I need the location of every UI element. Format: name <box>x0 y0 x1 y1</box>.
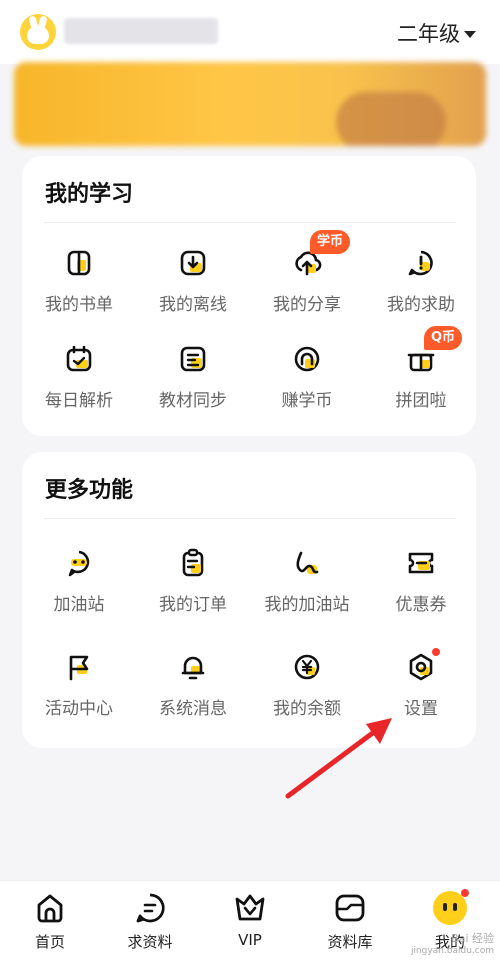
calendar-icon <box>64 344 94 374</box>
chat-face-icon <box>64 548 94 578</box>
more-item-settings[interactable]: 设置 <box>364 648 478 719</box>
notification-dot <box>461 889 469 897</box>
crown-icon <box>233 891 267 925</box>
tab-home[interactable]: 首页 <box>0 891 100 952</box>
item-label: 我的订单 <box>159 595 227 615</box>
more-functions-card: 更多功能 加油站 我的订单 我的加油站 优惠券 活动中心 系统消息 我的余额 设… <box>22 452 476 748</box>
watermark-line2: jingyan.baidu.com <box>410 946 494 956</box>
study-item-booklist[interactable]: 我的书单 <box>22 248 136 315</box>
item-label: 我的书单 <box>45 295 113 315</box>
tab-vip[interactable]: VIP <box>200 891 300 949</box>
study-item-help[interactable]: 我的求助 <box>364 248 478 315</box>
item-label: 我的分享 <box>273 295 341 315</box>
item-label: 加油站 <box>53 595 105 615</box>
xuebi-badge: 学币 <box>310 230 351 254</box>
more-item-orders[interactable]: 我的订单 <box>136 548 250 615</box>
promo-banner[interactable] <box>14 62 486 146</box>
grade-label: 二年级 <box>397 22 460 46</box>
tab-label: 求资料 <box>127 933 173 951</box>
watermark-line1: Bai 经验 <box>451 932 494 945</box>
study-item-daily[interactable]: 每日解析 <box>22 344 136 411</box>
item-label: 我的求助 <box>387 295 455 315</box>
item-label: 我的加油站 <box>264 595 350 615</box>
home-icon <box>33 891 67 925</box>
clipboard-icon <box>178 548 208 578</box>
username-redacted[interactable] <box>64 18 218 44</box>
profile-face-icon <box>433 889 469 925</box>
item-label: 优惠券 <box>395 595 447 615</box>
notification-dot <box>432 648 440 656</box>
tab-request-materials[interactable]: 求资料 <box>100 891 200 952</box>
qbi-badge: Q币 <box>424 326 463 350</box>
item-label: 系统消息 <box>159 699 227 719</box>
study-item-earn-coin[interactable]: 赚学币 <box>250 344 364 411</box>
more-item-activity-center[interactable]: 活动中心 <box>22 652 136 719</box>
caret-down-icon <box>464 30 476 38</box>
yuan-icon <box>292 652 322 682</box>
card-title: 我的学习 <box>45 182 134 207</box>
item-label: 拼团啦 <box>395 391 447 411</box>
squiggle-icon <box>292 548 322 578</box>
study-item-offline[interactable]: 我的离线 <box>136 248 250 315</box>
item-label: 设置 <box>404 699 438 719</box>
study-item-group-buy[interactable]: Q币 拼团啦 <box>364 326 478 411</box>
flag-icon <box>64 652 94 682</box>
more-item-gas-station[interactable]: 加油站 <box>22 548 136 615</box>
chat-request-icon <box>133 891 167 925</box>
download-icon <box>178 248 208 278</box>
card-title: 更多功能 <box>45 478 134 503</box>
tab-label: VIP <box>238 931 262 949</box>
more-item-balance[interactable]: 我的余额 <box>250 652 364 719</box>
more-item-coupon[interactable]: 优惠券 <box>364 548 478 615</box>
item-label: 我的离线 <box>159 295 227 315</box>
bell-icon <box>178 652 208 682</box>
more-item-system-messages[interactable]: 系统消息 <box>136 652 250 719</box>
folder-icon <box>333 891 367 925</box>
gift-icon: Q币 <box>406 326 463 374</box>
more-item-my-gas-station[interactable]: 我的加油站 <box>250 548 364 615</box>
avatar[interactable] <box>20 14 56 50</box>
tab-library[interactable]: 资料库 <box>300 891 400 952</box>
annotation-arrow <box>285 718 392 799</box>
item-label: 活动中心 <box>45 699 113 719</box>
divider <box>44 518 456 519</box>
item-label: 教材同步 <box>159 391 227 411</box>
tab-label: 资料库 <box>327 933 373 951</box>
study-item-share[interactable]: 学币 我的分享 <box>250 230 364 315</box>
help-bubble-icon <box>406 248 436 278</box>
profile-header: 二年级 <box>0 0 500 64</box>
item-label: 每日解析 <box>45 391 113 411</box>
book-icon <box>64 248 94 278</box>
watermark: Bai 经验 jingyan.baidu.com <box>411 930 494 956</box>
textbook-icon <box>178 344 208 374</box>
gear-icon <box>406 648 440 682</box>
my-study-card: 我的学习 我的书单 我的离线 学币 我的分享 我的求助 每日解析 教材同步 赚学… <box>22 156 476 436</box>
divider <box>44 222 456 223</box>
grade-selector[interactable]: 二年级 <box>397 18 476 48</box>
study-item-textbook[interactable]: 教材同步 <box>136 344 250 411</box>
coupon-icon <box>406 548 436 578</box>
coin-arrow-icon <box>292 344 322 374</box>
item-label: 赚学币 <box>281 391 333 411</box>
share-upload-icon: 学币 <box>292 230 351 278</box>
tab-label: 首页 <box>34 933 65 951</box>
